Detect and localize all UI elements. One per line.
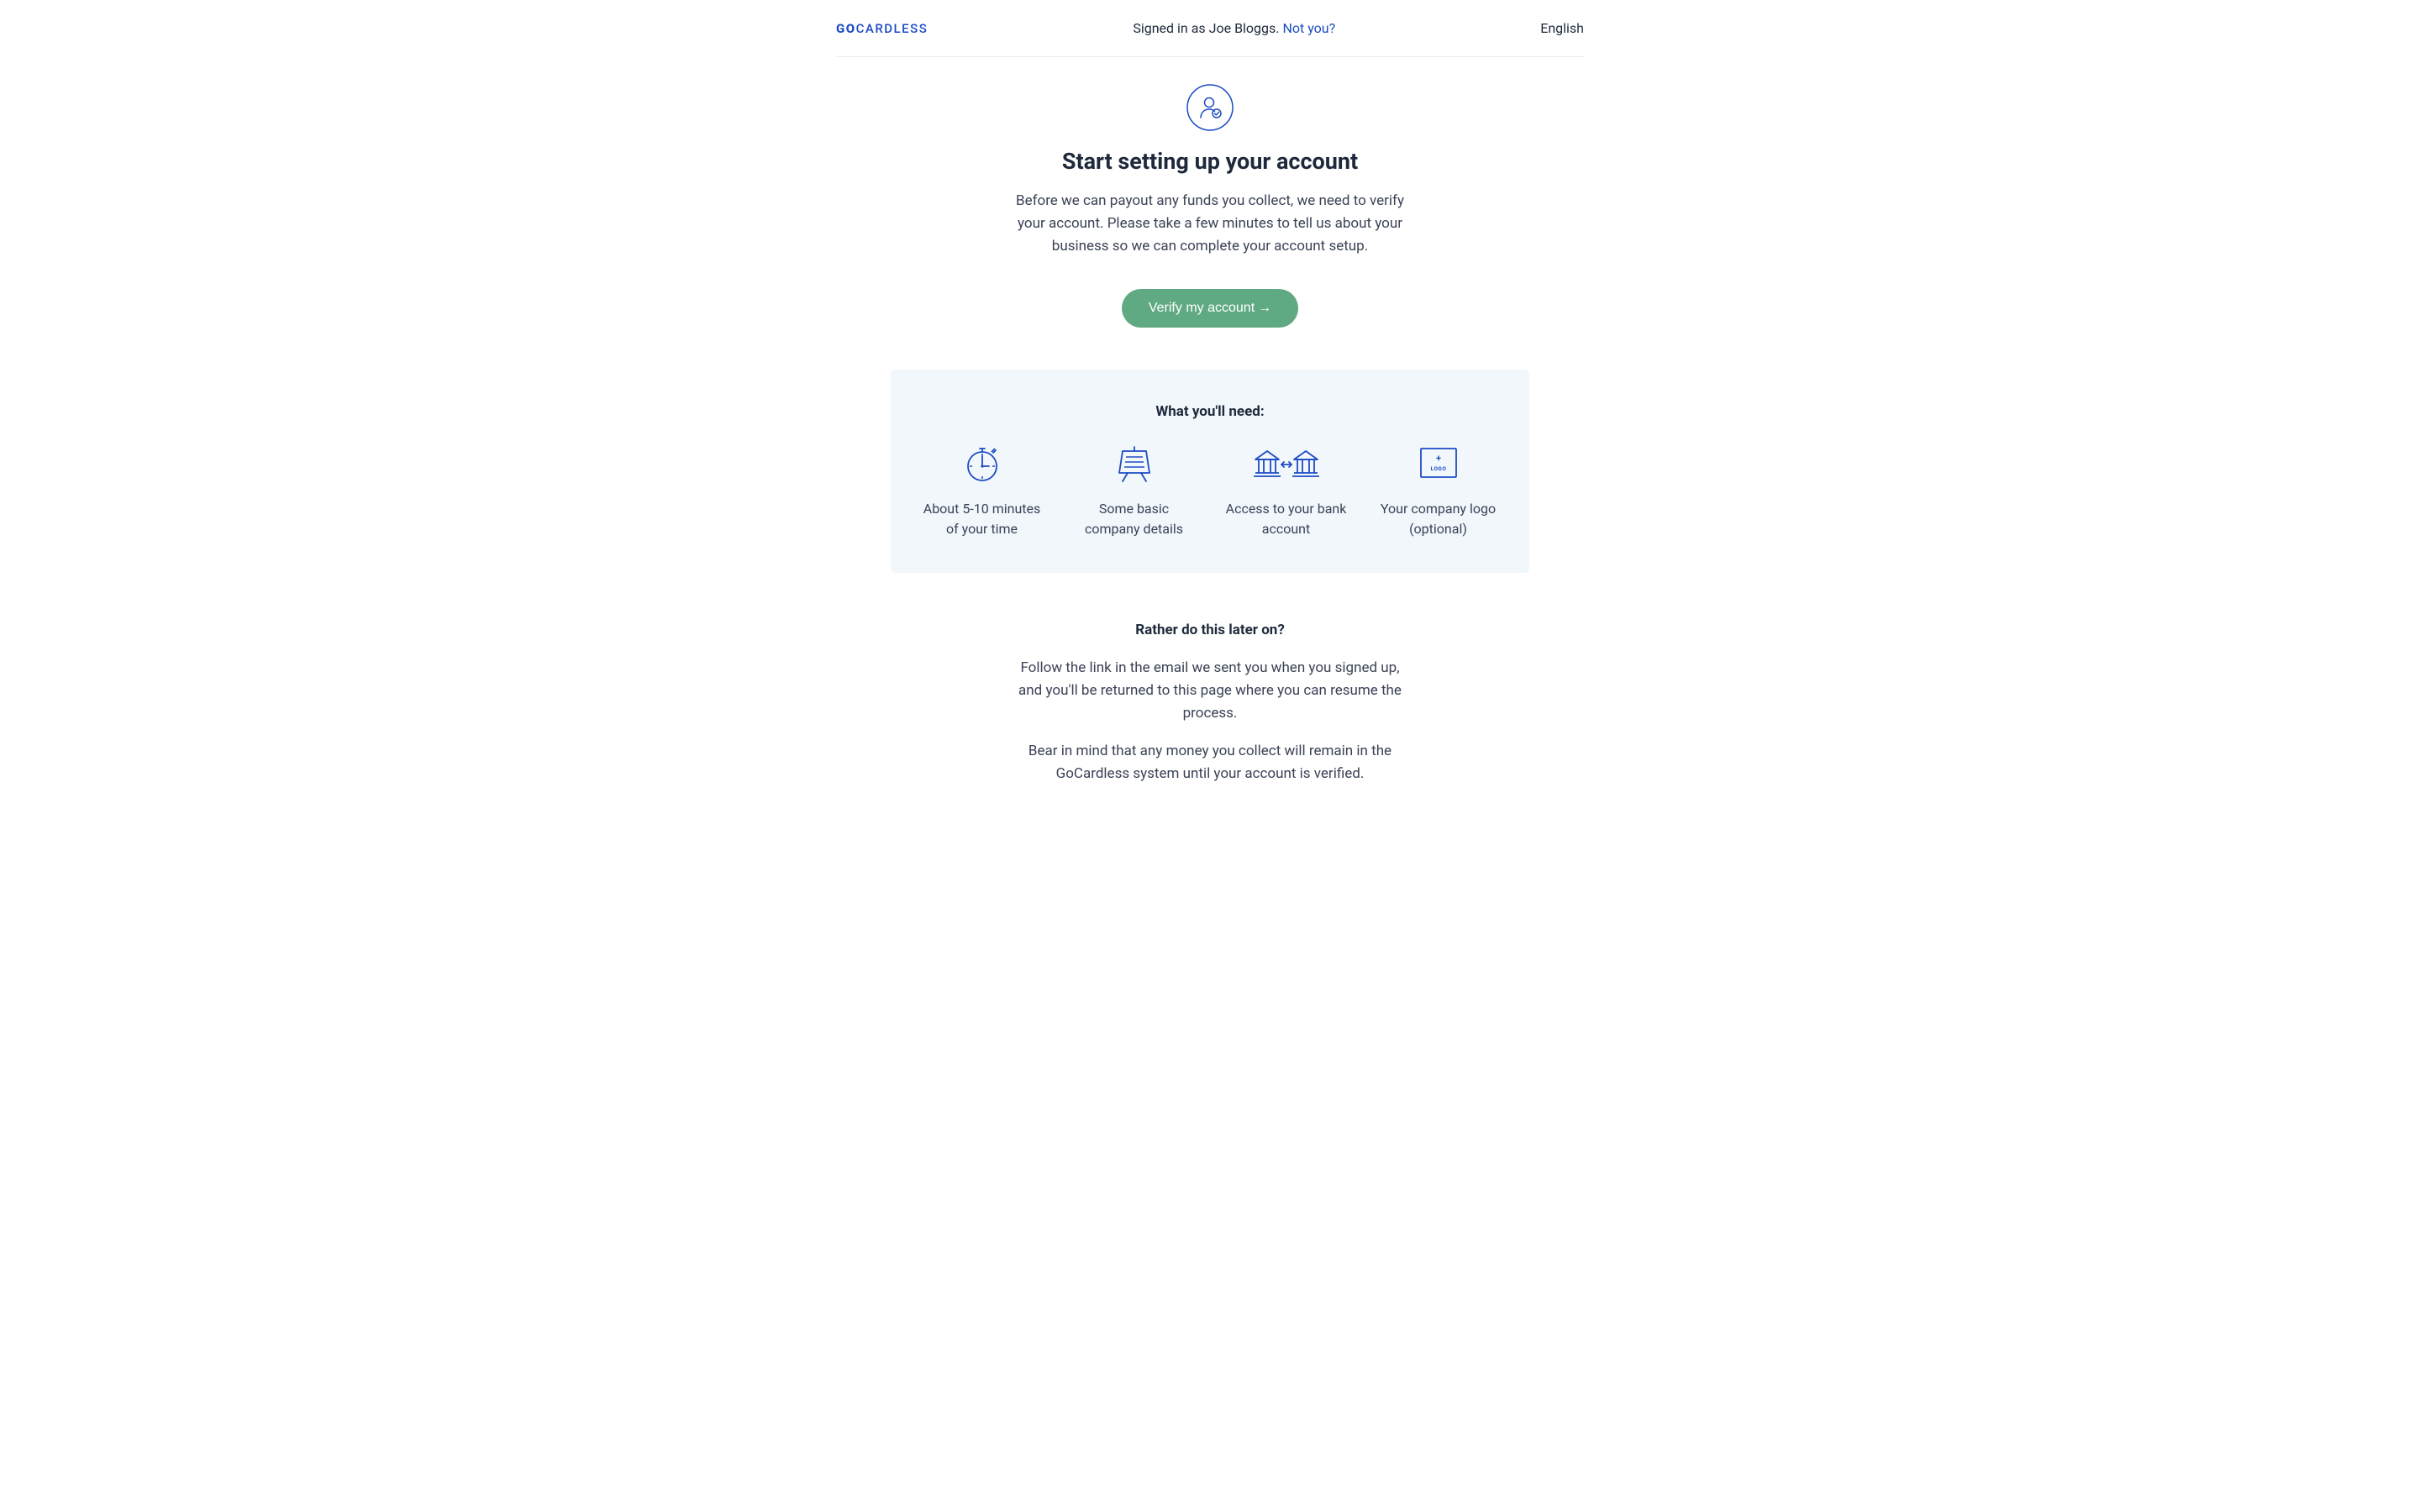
- cta-label: Verify my account: [1149, 301, 1255, 315]
- page-header: GOCARDLESS Signed in as Joe Bloggs. Not …: [836, 0, 1584, 57]
- requirement-time: About 5-10 minutes of your time: [916, 442, 1048, 539]
- requirement-label: About 5-10 minutes of your time: [919, 499, 1045, 539]
- hero-section: Start setting up your account Before we …: [836, 57, 1584, 370]
- logo-upload-icon: + LOGO: [1372, 442, 1504, 484]
- logo-rest: CARDLESS: [856, 21, 929, 36]
- requirement-label: Access to your bank account: [1223, 499, 1349, 539]
- later-heading: Rather do this later on?: [1013, 622, 1407, 638]
- stopwatch-icon: [916, 442, 1048, 484]
- svg-text:LOGO: LOGO: [1430, 465, 1446, 472]
- logo-bold: GO: [836, 21, 856, 36]
- requirement-label: Some basic company details: [1071, 499, 1197, 539]
- user-name: Joe Bloggs: [1209, 20, 1276, 36]
- logo: GOCARDLESS: [836, 21, 928, 36]
- requirements-grid: About 5-10 minutes of your time Some bas…: [916, 442, 1504, 539]
- arrow-right-icon: →: [1258, 301, 1271, 315]
- easel-icon: [1068, 442, 1200, 484]
- requirement-logo: + LOGO Your company logo (optional): [1372, 442, 1504, 539]
- later-paragraph-1: Follow the link in the email we sent you…: [1013, 657, 1407, 726]
- requirements-panel: What you'll need:: [891, 370, 1529, 573]
- verify-account-button[interactable]: Verify my account→: [1122, 289, 1298, 328]
- later-section: Rather do this later on? Follow the link…: [1013, 622, 1407, 852]
- requirement-label: Your company logo (optional): [1376, 499, 1502, 539]
- requirement-bank-access: Access to your bank account: [1220, 442, 1352, 539]
- language-selector[interactable]: English: [1540, 20, 1584, 36]
- signed-in-text: Signed in as Joe Bloggs. Not you?: [1133, 20, 1335, 36]
- signed-in-prefix: Signed in as: [1133, 20, 1208, 36]
- user-check-icon: [1186, 84, 1234, 131]
- svg-text:+: +: [1435, 453, 1440, 464]
- hero-description: Before we can payout any funds you colle…: [1013, 190, 1407, 259]
- requirement-company-details: Some basic company details: [1068, 442, 1200, 539]
- page-title: Start setting up your account: [836, 148, 1584, 175]
- not-you-link[interactable]: Not you?: [1282, 20, 1335, 36]
- panel-heading: What you'll need:: [916, 403, 1504, 420]
- later-paragraph-2: Bear in mind that any money you collect …: [1013, 740, 1407, 785]
- bank-transfer-icon: [1220, 442, 1352, 484]
